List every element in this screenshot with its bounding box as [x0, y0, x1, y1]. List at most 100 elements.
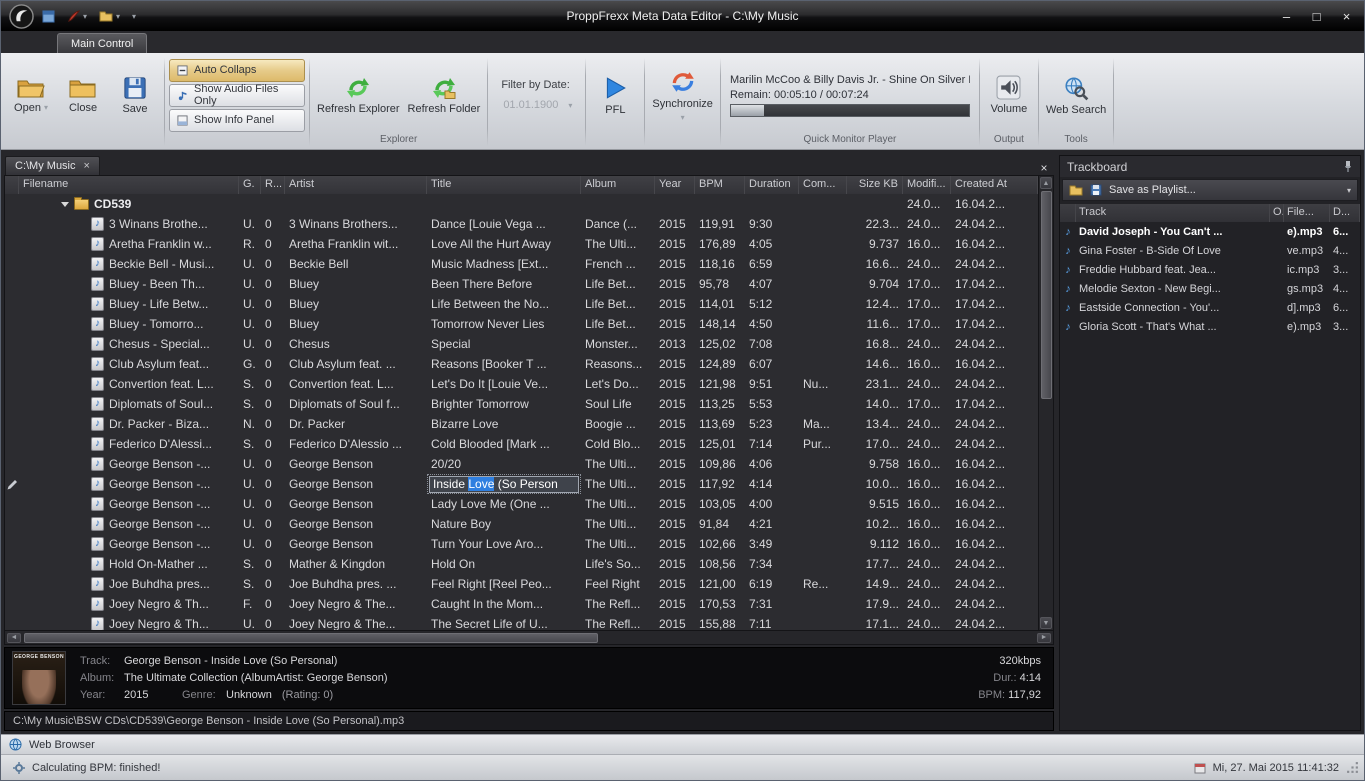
cell-comment[interactable]: Pur... [799, 434, 847, 454]
table-row[interactable]: ♪Convertion feat. L...S.0Convertion feat… [5, 374, 1038, 394]
cell-duration[interactable]: 7:31 [745, 594, 799, 614]
cell-duration[interactable]: 4:07 [745, 274, 799, 294]
column-header[interactable]: Artist [285, 176, 427, 194]
cell-filename[interactable]: ♪Beckie Bell - Musi... [19, 254, 239, 274]
cell-title[interactable]: Love All the Hurt Away [427, 234, 581, 254]
cell-genre[interactable]: S. [239, 434, 261, 454]
cell-created[interactable]: 16.04.2... [951, 474, 1038, 494]
column-header[interactable]: Filename [19, 176, 239, 194]
cell-bpm[interactable]: 113,25 [695, 394, 745, 414]
column-header[interactable]: Size KB [847, 176, 903, 194]
cell-duration[interactable]: 7:14 [745, 434, 799, 454]
show-info-panel-toggle[interactable]: Show Info Panel [169, 109, 305, 132]
cell-title[interactable]: Nature Boy [427, 514, 581, 534]
cell[interactable] [745, 194, 799, 214]
customize-quick-access-button[interactable]: ▾ [132, 12, 136, 21]
cell-rating[interactable]: 0 [261, 314, 285, 334]
cell-created[interactable]: 24.04.2... [951, 374, 1038, 394]
cell-duration[interactable]: 4:14 [745, 474, 799, 494]
cell-duration[interactable]: 3:49 [745, 534, 799, 554]
close-folder-button[interactable]: Close [58, 56, 108, 134]
cell-size[interactable]: 23.1... [847, 374, 903, 394]
cell-album[interactable]: Boogie ... [581, 414, 655, 434]
cell-filename[interactable]: ♪Dr. Packer - Biza... [19, 414, 239, 434]
resize-grip[interactable] [1346, 761, 1359, 774]
web-search-button[interactable]: Web Search [1043, 56, 1109, 134]
cell-album[interactable]: Life Bet... [581, 274, 655, 294]
cell-filename[interactable]: ♪Convertion feat. L... [19, 374, 239, 394]
cell-bpm[interactable]: 95,78 [695, 274, 745, 294]
cell-title[interactable]: Tomorrow Never Lies [427, 314, 581, 334]
cell-comment[interactable] [799, 474, 847, 494]
cell-filename[interactable]: ♪George Benson -... [19, 474, 239, 494]
cell-filename[interactable]: ♪3 Winans Brothe... [19, 214, 239, 234]
cell-title[interactable]: Bizarre Love [427, 414, 581, 434]
pfl-button[interactable]: PFL [590, 56, 640, 134]
cell-title[interactable]: Brighter Tomorrow [427, 394, 581, 414]
cell-genre[interactable]: U. [239, 514, 261, 534]
cell-artist[interactable]: Chesus [285, 334, 427, 354]
cell-album[interactable]: French ... [581, 254, 655, 274]
cell-album[interactable]: Soul Life [581, 394, 655, 414]
cell-title[interactable]: Caught In the Mom... [427, 594, 581, 614]
column-header[interactable]: O. [1270, 204, 1284, 222]
cell-bpm[interactable]: 125,01 [695, 434, 745, 454]
cell-year[interactable]: 2015 [655, 494, 695, 514]
cell-bpm[interactable]: 148,14 [695, 314, 745, 334]
save-playlist-icon[interactable] [1090, 184, 1102, 196]
table-row[interactable]: ♪George Benson -...U.0George BensonTurn … [5, 534, 1038, 554]
app-logo-icon[interactable] [9, 4, 34, 29]
tab-main-control[interactable]: Main Control [57, 33, 147, 53]
cell-created[interactable]: 16.04.2... [951, 354, 1038, 374]
cell-modified[interactable]: 24.0... [903, 214, 951, 234]
cell-size[interactable]: 16.8... [847, 334, 903, 354]
cell-duration[interactable]: 5:53 [745, 394, 799, 414]
cell-title[interactable]: Lady Love Me (One ... [427, 494, 581, 514]
cell-modified[interactable]: 24.0... [903, 254, 951, 274]
cell-rating[interactable]: 0 [261, 274, 285, 294]
cell-comment[interactable] [799, 554, 847, 574]
table-row[interactable]: ♪George Benson -...U.0George Benson20/20… [5, 454, 1038, 474]
cell-comment[interactable] [799, 454, 847, 474]
column-header[interactable]: G. [239, 176, 261, 194]
save-as-playlist-label[interactable]: Save as Playlist... [1109, 184, 1196, 196]
column-header[interactable]: Title [427, 176, 581, 194]
table-row[interactable]: ♪Federico D'Alessi...S.0Federico D'Aless… [5, 434, 1038, 454]
cell-album[interactable]: Monster... [581, 334, 655, 354]
cell-modified[interactable]: 16.0... [903, 534, 951, 554]
cell-year[interactable]: 2013 [655, 334, 695, 354]
cell-genre[interactable]: U. [239, 614, 261, 630]
cell-modified[interactable]: 24.0... [903, 554, 951, 574]
table-row[interactable]: ♪Bluey - Life Betw...U.0BlueyLife Betwee… [5, 294, 1038, 314]
cell-artist[interactable]: Convertion feat. L... [285, 374, 427, 394]
minimize-button[interactable]: – [1273, 7, 1300, 26]
web-browser-panel-header[interactable]: Web Browser [1, 734, 1364, 754]
open-button[interactable]: Open▾ [6, 56, 56, 134]
cell-rating[interactable]: 0 [261, 554, 285, 574]
table-row[interactable]: ♪3 Winans Brothe...U.03 Winans Brothers.… [5, 214, 1038, 234]
cell-size[interactable]: 9.758 [847, 454, 903, 474]
column-header[interactable]: File... [1284, 204, 1330, 222]
cell-size[interactable]: 13.4... [847, 414, 903, 434]
trackboard-row[interactable]: ♪Gloria Scott - That's What ...e).mp33..… [1060, 317, 1360, 336]
cell-modified[interactable]: 16.0... [903, 494, 951, 514]
cell-modified[interactable]: 17.0... [903, 294, 951, 314]
cell-year[interactable]: 2015 [655, 434, 695, 454]
cell-modified[interactable]: 17.0... [903, 314, 951, 334]
cell-artist[interactable]: Beckie Bell [285, 254, 427, 274]
cell-rating[interactable]: 0 [261, 334, 285, 354]
cell-comment[interactable] [799, 614, 847, 630]
cell-year[interactable]: 2015 [655, 254, 695, 274]
cell-comment[interactable]: Ma... [799, 414, 847, 434]
cell-title[interactable]: Music Madness [Ext... [427, 254, 581, 274]
open-recent-button[interactable]: ▾ [99, 10, 120, 22]
cell-album[interactable]: Cold Blo... [581, 434, 655, 454]
cell-size[interactable]: 9.515 [847, 494, 903, 514]
cell-modified[interactable]: 16.0... [903, 354, 951, 374]
cell-bpm[interactable]: 155,88 [695, 614, 745, 630]
cell-created[interactable]: 16.04.2... [951, 534, 1038, 554]
cell-duration[interactable]: 4:05 [745, 234, 799, 254]
cell-rating[interactable]: 0 [261, 474, 285, 494]
cell[interactable] [847, 194, 903, 214]
cell-title[interactable]: The Secret Life of U... [427, 614, 581, 630]
